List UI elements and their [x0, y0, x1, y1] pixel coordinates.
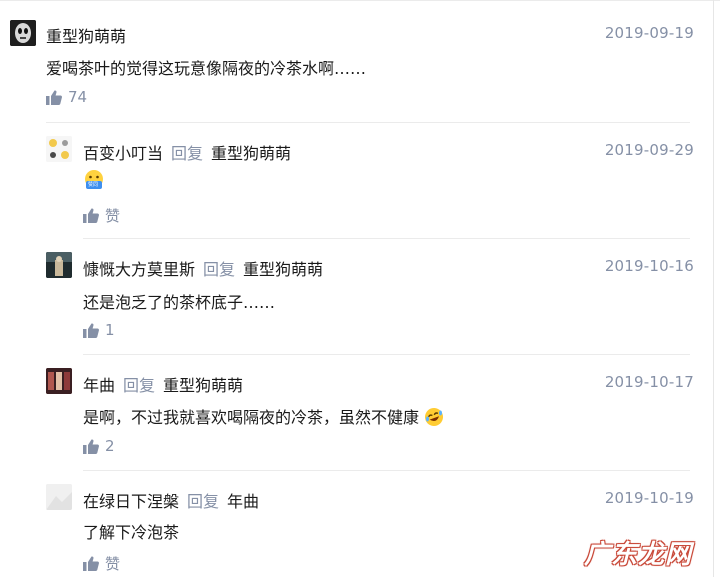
comment-text: 了解下冷泡茶 [83, 523, 180, 542]
comment-author-line: 年曲 回复 重型狗萌萌 [83, 372, 243, 396]
thumbs-up-icon [46, 89, 62, 105]
reply-to-name[interactable]: 重型狗萌萌 [163, 376, 243, 395]
like-button[interactable]: 2 [83, 437, 115, 455]
right-border [713, 0, 714, 577]
comment-text: 爱喝茶叶的觉得这玩意像隔夜的冷茶水啊…… [46, 59, 367, 78]
thumbs-up-icon [83, 556, 99, 571]
avatar[interactable] [10, 20, 36, 46]
like-button[interactable]: 赞 [83, 205, 120, 226]
divider [83, 354, 690, 355]
comment-text: 还是泡乏了的茶杯底子…… [83, 293, 276, 312]
avatar-image [46, 252, 72, 278]
like-count: 74 [68, 88, 88, 106]
divider [83, 470, 690, 471]
sticker-emoji: 赞同 [83, 169, 105, 191]
author-name[interactable]: 重型狗萌萌 [46, 27, 126, 46]
like-count: 赞 [105, 207, 121, 225]
author-name[interactable]: 慷慨大方莫里斯 [83, 260, 195, 279]
comment-text-line: 是啊，不过我就喜欢喝隔夜的冷茶，虽然不健康 [83, 404, 444, 428]
avatar[interactable] [46, 252, 72, 278]
sticker-label: 赞同 [88, 182, 99, 188]
thumbs-up-icon [83, 438, 99, 454]
comment-text: 是啊，不过我就喜欢喝隔夜的冷茶，虽然不健康 [83, 408, 420, 427]
comment-author-line: 在绿日下涅槃 回复 年曲 [83, 488, 259, 512]
site-watermark: 广东龙网 [584, 540, 693, 570]
avatar-image [46, 136, 72, 162]
comment-author-line: 慷慨大方莫里斯 回复 重型狗萌萌 [83, 256, 323, 280]
reply-to-name[interactable]: 年曲 [227, 492, 259, 511]
comment-date: 2019-10-19 [604, 489, 694, 507]
author-name[interactable]: 年曲 [83, 376, 115, 395]
reply-label: 回复 [203, 260, 236, 279]
reply-to-name[interactable]: 重型狗萌萌 [211, 144, 291, 163]
reply-to-name[interactable]: 重型狗萌萌 [243, 260, 323, 279]
avatar-image [10, 20, 36, 46]
like-count: 2 [105, 437, 115, 455]
like-count: 1 [105, 321, 115, 339]
reply-label: 回复 [171, 144, 204, 163]
rofl-emoji-icon [425, 408, 444, 426]
comment-author-line: 百变小叮当 回复 重型狗萌萌 [83, 140, 291, 164]
avatar[interactable] [46, 484, 72, 510]
comment-date: 2019-09-29 [604, 141, 694, 159]
comment-date: 2019-10-16 [604, 257, 694, 275]
avatar[interactable] [46, 368, 72, 394]
avatar-image [46, 484, 72, 510]
like-button[interactable]: 赞 [83, 553, 120, 574]
comment-date: 2019-09-19 [604, 24, 694, 42]
like-count: 赞 [105, 555, 121, 573]
reply-label: 回复 [187, 492, 220, 511]
divider [46, 122, 690, 123]
divider [83, 238, 690, 239]
comment-date: 2019-10-17 [604, 373, 694, 391]
reply-label: 回复 [123, 376, 156, 395]
thumbs-up-icon [83, 208, 99, 223]
author-name[interactable]: 在绿日下涅槃 [83, 492, 179, 511]
thumbs-up-icon [83, 322, 99, 338]
avatar[interactable] [46, 136, 72, 162]
comment-author[interactable]: 重型狗萌萌 [46, 23, 126, 47]
avatar-image [46, 368, 72, 394]
like-button[interactable]: 1 [83, 321, 115, 339]
top-border [0, 0, 720, 1]
author-name[interactable]: 百变小叮当 [83, 144, 163, 163]
like-button[interactable]: 74 [46, 88, 87, 106]
